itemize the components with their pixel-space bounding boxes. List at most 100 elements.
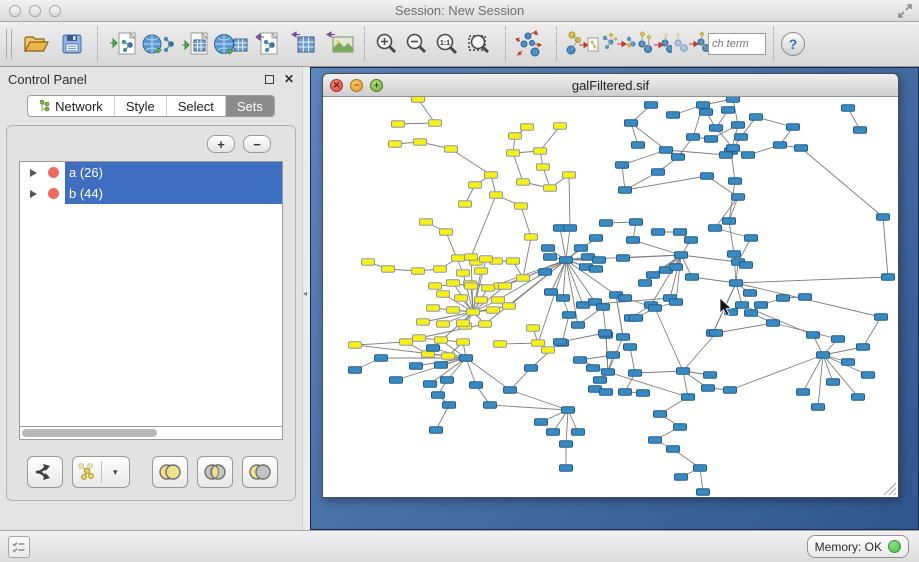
graph-node-blue[interactable]	[597, 304, 610, 311]
graph-node-blue[interactable]	[619, 187, 632, 194]
graph-node-blue[interactable]	[563, 312, 576, 319]
graph-node-yellow[interactable]	[490, 192, 503, 199]
graph-node-blue[interactable]	[616, 162, 629, 169]
graph-node-yellow[interactable]	[382, 266, 395, 273]
graph-node-blue[interactable]	[590, 235, 603, 242]
panel-splitter[interactable]: ◂	[302, 67, 310, 530]
graph-node-blue[interactable]	[410, 363, 423, 370]
graph-node-blue[interactable]	[625, 120, 638, 127]
open-session-button[interactable]	[18, 25, 54, 63]
graph-node-blue[interactable]	[593, 257, 606, 264]
graph-node-blue[interactable]	[799, 294, 812, 301]
graph-node-blue[interactable]	[842, 359, 855, 366]
graph-node-blue[interactable]	[832, 336, 845, 343]
graph-node-blue[interactable]	[670, 264, 683, 271]
graph-node-blue[interactable]	[701, 173, 714, 180]
graph-node-blue[interactable]	[728, 251, 741, 258]
union-sets-button[interactable]	[152, 456, 188, 488]
graph-node-blue[interactable]	[827, 379, 840, 386]
search-input[interactable]	[708, 33, 766, 55]
graph-node-yellow[interactable]	[414, 139, 427, 146]
graph-node-blue[interactable]	[854, 127, 867, 134]
graph-node-blue[interactable]	[560, 257, 573, 264]
graph-node-blue[interactable]	[562, 407, 575, 414]
zoom-fit-selected-button[interactable]	[462, 25, 498, 63]
graph-node-yellow[interactable]	[507, 258, 520, 265]
graph-node-yellow[interactable]	[457, 320, 470, 327]
apply-layout-button[interactable]	[513, 25, 549, 63]
graph-node-blue[interactable]	[787, 124, 800, 131]
graph-node-yellow[interactable]	[392, 121, 405, 128]
graph-node-blue[interactable]	[740, 262, 753, 269]
graph-node-yellow[interactable]	[455, 295, 468, 302]
graph-node-blue[interactable]	[594, 377, 607, 384]
graph-node-blue[interactable]	[675, 252, 688, 259]
graph-node-blue[interactable]	[742, 152, 755, 159]
graph-node-blue[interactable]	[647, 272, 660, 279]
graph-node-blue[interactable]	[817, 352, 830, 359]
graph-node-yellow[interactable]	[532, 340, 545, 347]
zoom-in-button[interactable]	[372, 25, 402, 63]
graph-node-blue[interactable]	[547, 429, 560, 436]
create-set-from-network-button[interactable]: ▾	[72, 456, 130, 488]
close-panel-icon[interactable]: ✕	[284, 72, 294, 86]
graph-node-blue[interactable]	[629, 370, 642, 377]
graph-node-blue[interactable]	[727, 145, 740, 152]
graph-node-blue[interactable]	[560, 441, 573, 448]
graph-node-yellow[interactable]	[479, 321, 492, 328]
graph-node-blue[interactable]	[560, 465, 573, 472]
toolbar-drag-handle[interactable]	[6, 29, 12, 59]
graph-node-blue[interactable]	[542, 245, 555, 252]
graph-node-yellow[interactable]	[420, 219, 433, 226]
graph-node-blue[interactable]	[812, 404, 825, 411]
graph-node-blue[interactable]	[617, 255, 630, 262]
graph-node-blue[interactable]	[602, 369, 615, 376]
graph-node-yellow[interactable]	[503, 303, 516, 310]
graph-node-blue[interactable]	[744, 290, 757, 297]
graph-node-blue[interactable]	[652, 169, 665, 176]
graph-node-blue[interactable]	[735, 134, 748, 141]
graph-node-yellow[interactable]	[412, 268, 425, 275]
graph-node-yellow[interactable]	[417, 319, 430, 326]
network-window-titlebar[interactable]: ✕ − + galFiltered.sif	[323, 74, 898, 97]
graph-node-blue[interactable]	[645, 102, 658, 109]
graph-node-yellow[interactable]	[487, 307, 500, 314]
graph-node-blue[interactable]	[460, 355, 473, 362]
graph-node-yellow[interactable]	[459, 201, 472, 208]
graph-node-blue[interactable]	[617, 334, 630, 341]
graph-node-blue[interactable]	[667, 112, 680, 119]
graph-node-blue[interactable]	[732, 194, 745, 201]
graph-node-blue[interactable]	[675, 474, 688, 481]
export-image-button[interactable]	[321, 25, 357, 63]
graph-node-blue[interactable]	[554, 339, 567, 346]
graph-node-blue[interactable]	[862, 372, 875, 379]
graph-node-yellow[interactable]	[475, 297, 488, 304]
tab-sets[interactable]: Sets	[226, 96, 274, 116]
graph-node-blue[interactable]	[674, 424, 687, 431]
graph-node-yellow[interactable]	[507, 150, 520, 157]
graph-node-blue[interactable]	[470, 382, 483, 389]
intersect-sets-button[interactable]	[197, 456, 233, 488]
graph-node-blue[interactable]	[390, 377, 403, 384]
graph-node-yellow[interactable]	[457, 270, 470, 277]
graph-node-blue[interactable]	[424, 381, 437, 388]
graph-node-blue[interactable]	[877, 214, 890, 221]
graph-node-yellow[interactable]	[542, 347, 555, 354]
graph-node-blue[interactable]	[435, 362, 448, 369]
highlight-diff-button[interactable]	[636, 25, 672, 63]
graph-node-blue[interactable]	[882, 274, 895, 281]
graph-node-blue[interactable]	[702, 385, 715, 392]
graph-node-blue[interactable]	[767, 320, 780, 327]
graph-node-blue[interactable]	[632, 142, 645, 149]
graph-node-yellow[interactable]	[437, 291, 450, 298]
graph-node-blue[interactable]	[600, 220, 613, 227]
graph-node-blue[interactable]	[572, 429, 585, 436]
import-network-file-button[interactable]	[105, 25, 141, 63]
graph-node-blue[interactable]	[654, 411, 667, 418]
graph-node-yellow[interactable]	[521, 124, 534, 131]
difference-sets-button[interactable]	[242, 456, 278, 488]
graph-node-blue[interactable]	[672, 154, 685, 161]
memory-status-button[interactable]: Memory: OK	[807, 535, 909, 558]
export-diff-network-button[interactable]	[564, 25, 600, 63]
help-button[interactable]: ?	[781, 32, 805, 56]
